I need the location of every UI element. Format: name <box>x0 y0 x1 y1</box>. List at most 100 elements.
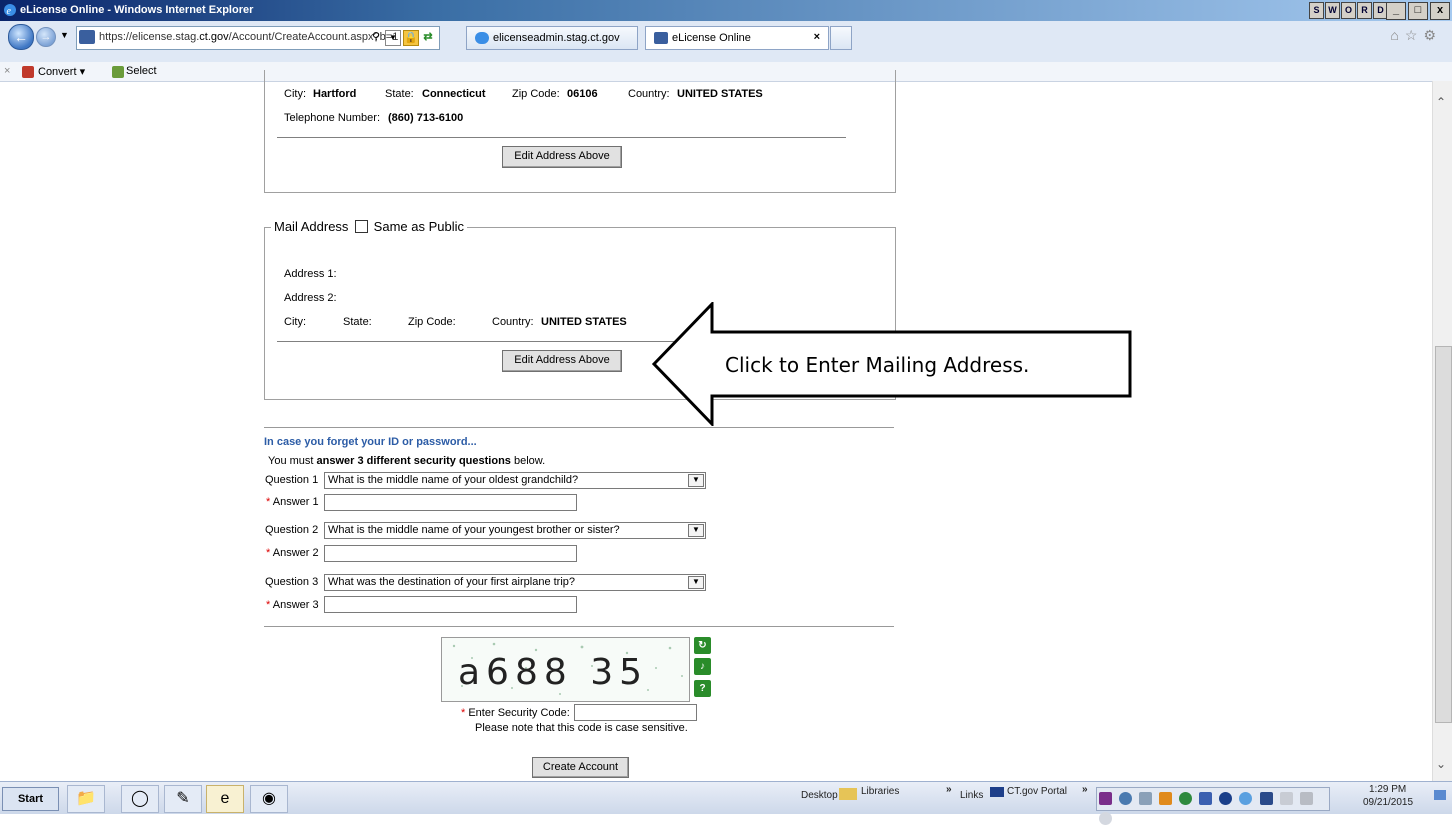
show-desktop-button[interactable] <box>1434 790 1446 800</box>
zip-value: 06106 <box>567 88 598 100</box>
tab-elicenseadmin[interactable]: elicenseadmin.stag.ct.gov <box>466 26 638 50</box>
desktop-toolbar[interactable]: Desktop <box>801 790 838 801</box>
chevron-right-icon[interactable]: » <box>946 784 952 795</box>
state-label: State: <box>385 88 414 100</box>
url-prefix: https://elicense.stag. <box>99 31 200 43</box>
tray-icon[interactable] <box>1119 792 1133 805</box>
vertical-scrollbar[interactable]: ⌃ ⌄ <box>1432 81 1452 781</box>
clock-date[interactable]: 09/21/2015 <box>1363 797 1413 808</box>
back-button[interactable]: ← <box>8 24 34 50</box>
refresh-icon[interactable]: ↻ <box>694 637 711 654</box>
maximize-button[interactable]: □ <box>1408 2 1428 20</box>
security-code-input[interactable] <box>574 704 697 721</box>
chevron-down-icon: ▼ <box>688 576 704 589</box>
chevron-right-icon[interactable]: » <box>1082 784 1088 795</box>
brand-letter: R <box>1357 2 1372 19</box>
info-icon[interactable] <box>1219 792 1233 805</box>
mail-address-legend: Mail Address Same as Public <box>271 219 467 234</box>
new-tab-button[interactable] <box>830 26 852 50</box>
answer2-text: Answer 2 <box>272 547 319 559</box>
lock-icon[interactable]: 🔒 <box>403 30 419 46</box>
clock-time[interactable]: 1:29 PM <box>1369 784 1406 795</box>
city-label: City: <box>284 88 306 100</box>
shield-icon[interactable] <box>1199 792 1213 805</box>
tray-icon[interactable] <box>1239 792 1253 805</box>
divider <box>277 137 846 138</box>
svg-text:e: e <box>7 6 12 17</box>
answer2-input[interactable] <box>324 545 577 562</box>
flag-icon[interactable] <box>1279 792 1293 805</box>
favorites-icon[interactable]: ☆ <box>1405 27 1424 43</box>
scroll-up-icon[interactable]: ⌃ <box>1436 95 1446 109</box>
libraries-icon <box>839 788 857 800</box>
close-toolbar-icon[interactable]: × <box>4 65 10 77</box>
forward-button[interactable]: → <box>36 27 56 47</box>
instr-text: You must <box>268 455 317 467</box>
tab-label: eLicense Online <box>672 32 751 44</box>
answer3-label: * Answer 3 <box>266 599 319 611</box>
zip-label: Zip Code: <box>512 88 560 100</box>
question1-select[interactable]: What is the middle name of your oldest g… <box>324 472 706 489</box>
help-icon[interactable]: ? <box>694 680 711 697</box>
tray-icon[interactable] <box>1179 792 1193 805</box>
mail-country-value: UNITED STATES <box>541 316 627 328</box>
edit-mail-address-button[interactable]: Edit Address Above <box>502 350 622 372</box>
start-button[interactable]: Start <box>2 787 59 811</box>
onenote-icon[interactable] <box>1099 792 1112 805</box>
explorer-icon[interactable]: 📁 <box>67 785 105 813</box>
tray-icon[interactable] <box>1159 792 1173 805</box>
same-as-public-checkbox[interactable] <box>355 220 369 233</box>
select-button[interactable]: Select <box>126 65 157 77</box>
scroll-down-icon[interactable]: ⌄ <box>1436 757 1446 771</box>
start-label: Start <box>17 793 44 805</box>
ie-taskbar-icon[interactable]: e <box>206 785 244 813</box>
answer2-label: * Answer 2 <box>266 547 319 559</box>
site-icon <box>79 30 95 44</box>
history-dropdown-icon[interactable]: ▼ <box>60 30 69 40</box>
ct-portal-link[interactable]: CT.gov Portal <box>1007 786 1067 797</box>
address-url: https://elicense.stag.ct.gov/Account/Cre… <box>99 31 398 43</box>
minimize-button[interactable]: _ <box>1386 2 1406 20</box>
callout-text: Click to Enter Mailing Address. <box>725 353 1030 377</box>
captcha-image: a688 35 <box>441 637 690 702</box>
scrollbar-thumb[interactable] <box>1435 346 1452 723</box>
brand-letter: S <box>1309 2 1324 19</box>
tray-icon[interactable] <box>1139 792 1153 805</box>
tab-close-icon[interactable]: × <box>814 31 820 43</box>
refresh-icon[interactable]: ⇄ <box>421 30 435 44</box>
answer3-text: Answer 3 <box>272 599 319 611</box>
convert-menu[interactable]: Convert ▾ <box>38 65 85 78</box>
tab-elicense-online[interactable]: eLicense Online × <box>645 26 829 50</box>
search-icon[interactable]: ⚲ <box>369 30 383 44</box>
answer1-input[interactable] <box>324 494 577 511</box>
tray-icon[interactable] <box>1299 792 1313 805</box>
close-button[interactable]: x <box>1430 2 1450 20</box>
app-icon[interactable]: ✎ <box>164 785 202 813</box>
address-bar[interactable]: https://elicense.stag.ct.gov/Account/Cre… <box>76 26 440 50</box>
case-sensitive-note: Please note that this code is case sensi… <box>475 722 688 734</box>
answer3-input[interactable] <box>324 596 577 613</box>
ie-icon: e <box>4 4 16 17</box>
volume-icon[interactable] <box>1099 812 1112 825</box>
state-value: Connecticut <box>422 88 486 100</box>
gear-icon[interactable]: ⚙ <box>1423 27 1442 43</box>
edit-public-address-button[interactable]: Edit Address Above <box>502 146 622 168</box>
security-code-label: * Enter Security Code: <box>461 707 570 719</box>
audio-icon[interactable]: ♪ <box>694 658 711 675</box>
libraries-toolbar[interactable]: Libraries <box>861 786 899 797</box>
create-account-button[interactable]: Create Account <box>532 757 629 778</box>
mail-state-label: State: <box>343 316 372 328</box>
instr-bold: answer 3 different security questions <box>316 455 511 467</box>
instr-text: below. <box>510 455 546 467</box>
address-dropdown-icon[interactable]: ▼ <box>385 30 401 46</box>
network-icon[interactable] <box>1259 792 1273 805</box>
mail-address-title: Mail Address <box>274 219 349 234</box>
system-tray <box>1096 787 1330 825</box>
home-icon[interactable]: ⌂ <box>1390 27 1404 43</box>
question3-select[interactable]: What was the destination of your first a… <box>324 574 706 591</box>
question2-select[interactable]: What is the middle name of your youngest… <box>324 522 706 539</box>
links-toolbar[interactable]: Links <box>960 790 983 801</box>
office-icon[interactable]: ◉ <box>250 785 288 813</box>
outlook-icon[interactable]: ◯ <box>121 785 159 813</box>
select-icon <box>112 66 124 78</box>
